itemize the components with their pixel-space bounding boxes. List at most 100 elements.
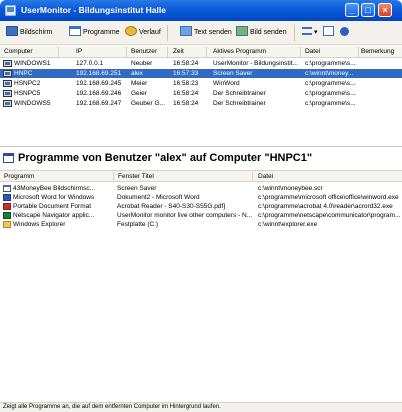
col-file[interactable]: Datei [305, 48, 320, 55]
cell-program-name: 43MoneyBee Bildschirmsc... [13, 185, 96, 192]
cell-time: 16:58:24 [173, 100, 199, 107]
window-title: UserMonitor - Bildungsinstitut Halle [21, 5, 166, 15]
cell-program-file: c:\programme\acrobat 4.0\reader\acrord32… [258, 203, 393, 210]
history-icon [125, 26, 137, 37]
computer-row[interactable]: WINDOWS1 127.0.0.1 Neuber 16:58:24 UserM… [0, 59, 402, 68]
send-image-button[interactable]: Bild senden [236, 26, 287, 40]
program-row[interactable]: Windows Explorer Festplatte (C:) c:\winn… [0, 220, 402, 229]
col-note[interactable]: Bemerkung [361, 48, 394, 55]
cell-user: Neuber [131, 60, 153, 67]
history-button[interactable]: Verlauf [125, 26, 161, 40]
cell-computer: WINDOWS5 [14, 100, 51, 107]
cell-program-file: c:\programme\microsoft office\office\win… [258, 194, 399, 201]
cell-program-file: c:\winnt\explorer.exe [258, 221, 318, 228]
computer-icon [3, 80, 12, 87]
pdf-icon [3, 203, 11, 210]
col-active-program[interactable]: Aktives Programm [213, 48, 266, 55]
dropdown-arrow-icon: ▾ [314, 29, 318, 36]
col-time[interactable]: Zeit [173, 48, 184, 55]
cell-program-name: Portable Document Format [13, 203, 92, 210]
programs-section-header: Programme von Benutzer "alex" auf Comput… [0, 146, 402, 170]
view-menu-button[interactable]: ▾ [302, 26, 318, 40]
folder-icon [3, 221, 11, 228]
minimize-button[interactable]: _ [345, 3, 359, 17]
status-text: Zeigt alle Programme an, die auf dem ent… [3, 404, 221, 410]
cell-computer: HSNPC5 [14, 90, 41, 97]
cell-window-title: Acrobat Reader - S40-S30-S55G.pdf] [117, 203, 226, 210]
monitor-icon [6, 26, 18, 37]
cell-ip: 192.168.69.251 [76, 70, 122, 77]
cell-program-file: c:\programme\netscape\communicator\progr… [258, 212, 401, 219]
computers-header: Computer IP Benutzer Zeit Aktives Progra… [0, 46, 402, 58]
toolbar-separator [167, 25, 168, 41]
cell-user: Geuber G... [131, 100, 165, 107]
cell-program: UserMonitor - Bildungsinstit... [213, 60, 298, 67]
cell-file: c:\programme\s... [305, 100, 356, 107]
cell-file: c:\winnt\money... [305, 70, 354, 77]
col-ip[interactable]: IP [76, 48, 82, 55]
screen-button[interactable]: Bildschirm [6, 26, 52, 40]
send-text-button[interactable]: Text senden [180, 26, 232, 40]
col-program-file[interactable]: Datei [258, 173, 273, 180]
cell-computer: HNPC [14, 70, 33, 77]
cell-ip: 192.168.69.246 [76, 90, 122, 97]
toolbar: Bildschirm Programme Verlauf Text senden… [0, 21, 402, 45]
maximize-button[interactable]: □ [361, 3, 375, 17]
toolbar-separator [294, 25, 295, 41]
col-computer[interactable]: Computer [4, 48, 33, 55]
cell-file: c:\programme\s... [305, 90, 356, 97]
close-button[interactable]: × [378, 3, 392, 17]
help-button[interactable] [340, 26, 351, 40]
status-bar: Zeigt alle Programme an, die auf dem ent… [0, 402, 402, 412]
cell-program: Der Schreibtrainer [213, 90, 266, 97]
cell-time: 16:57:33 [173, 70, 199, 77]
cell-program-name: Windows Explorer [13, 221, 66, 228]
cell-time: 16:58:24 [173, 90, 199, 97]
cell-user: Meier [131, 80, 148, 87]
col-program[interactable]: Programm [4, 173, 34, 180]
send-text-label: Text senden [194, 29, 232, 36]
screen-button-label: Bildschirm [20, 29, 53, 36]
help-icon [340, 26, 349, 36]
cell-time: 16:58:23 [173, 80, 199, 87]
cell-file: c:\programme\s... [305, 80, 356, 87]
send-image-icon [236, 26, 248, 37]
cell-program: Screen Saver [213, 70, 253, 77]
cell-ip: 192.168.69.247 [76, 100, 122, 107]
program-row[interactable]: 43MoneyBee Bildschirmsc... Screen Saver … [0, 184, 402, 193]
program-row[interactable]: Microsoft Word for Windows Dokument2 - M… [0, 193, 402, 202]
col-window-title[interactable]: Fenster Titel [118, 173, 154, 180]
cell-program: Der Schreibtrainer [213, 100, 266, 107]
history-button-label: Verlauf [139, 29, 161, 36]
program-row[interactable]: Portable Document Format Acrobat Reader … [0, 202, 402, 211]
computer-row[interactable]: HSNPC2 192.168.69.245 Meier 16:58:23 Win… [0, 79, 402, 88]
cell-computer: WINDOWS1 [14, 60, 51, 67]
cell-computer: HSNPC2 [14, 80, 41, 87]
cell-time: 16:58:24 [173, 60, 199, 67]
col-user[interactable]: Benutzer [131, 48, 157, 55]
computer-row[interactable]: HSNPC5 192.168.69.246 Geier 16:58:24 Der… [0, 89, 402, 98]
send-image-label: Bild senden [250, 29, 287, 36]
cell-window-title: Festplatte (C:) [117, 221, 159, 228]
computer-icon [3, 70, 12, 77]
network-button[interactable] [323, 26, 336, 40]
app-icon [5, 5, 16, 16]
cell-program-file: c:\winnt\moneybee.scr [258, 185, 323, 192]
programs-icon [69, 26, 81, 37]
cell-user: Geier [131, 90, 147, 97]
cell-program: WinWord [213, 80, 240, 87]
computer-icon [3, 100, 12, 107]
programs-button[interactable]: Programme [69, 26, 120, 40]
computer-row[interactable]: WINDOWS5 192.168.69.247 Geuber G... 16:5… [0, 99, 402, 108]
programs-button-label: Programme [83, 29, 120, 36]
title-bar: UserMonitor - Bildungsinstitut Halle _ □… [0, 0, 402, 21]
word-icon [3, 194, 11, 201]
program-row[interactable]: Netscape Navigator applic... UserMonitor… [0, 211, 402, 220]
list-view-icon [302, 27, 312, 36]
network-icon [323, 26, 334, 37]
computer-row-selected[interactable]: HNPC 192.168.69.251 alex 16:57:33 Screen… [0, 69, 402, 78]
app-icon [3, 185, 11, 192]
computer-icon [3, 90, 12, 97]
programs-section-title: Programme von Benutzer "alex" auf Comput… [18, 152, 313, 164]
send-text-icon [180, 26, 192, 37]
